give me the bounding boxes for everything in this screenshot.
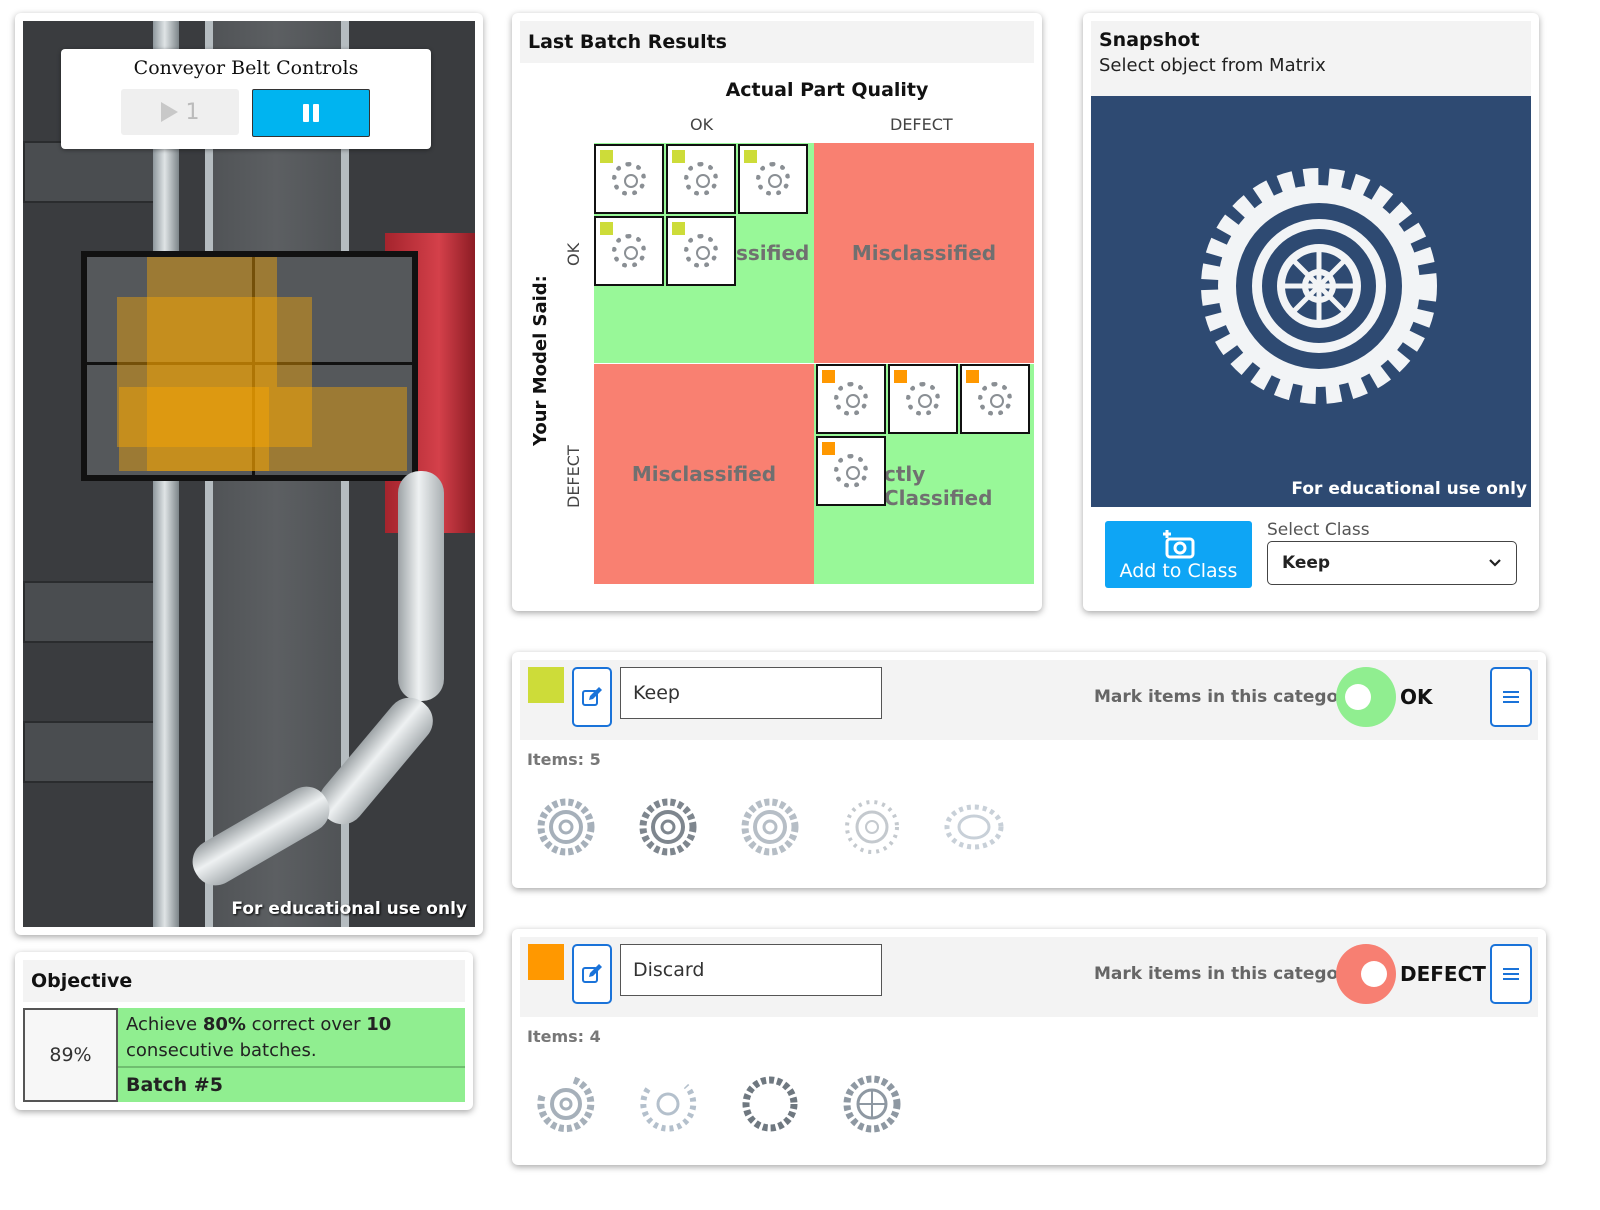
play-step-button[interactable]: 1 — [121, 89, 239, 135]
quality-toggle-label: OK — [1400, 685, 1433, 709]
items-count: Items: 5 — [527, 750, 601, 769]
row-header-defect: DEFECT — [564, 445, 583, 508]
column-header-defect: DEFECT — [890, 115, 953, 134]
menu-icon — [1503, 691, 1519, 693]
pause-icon — [303, 104, 309, 122]
objective-score: 89% — [23, 1008, 118, 1102]
mark-items-label: Mark items in this category: — [1094, 687, 1365, 707]
simulation-panel: For educational use only Conveyor Belt C… — [15, 13, 483, 935]
conveyor-controls: Conveyor Belt Controls 1 — [61, 49, 431, 149]
objective-description: Achieve 80% correct over 10 consecutive … — [126, 1014, 392, 1061]
edit-category-button[interactable] — [572, 667, 612, 727]
floor-tile — [23, 721, 173, 783]
category-color-swatch — [528, 944, 564, 980]
controls-title: Conveyor Belt Controls — [133, 57, 359, 79]
category-color-swatch — [528, 667, 564, 703]
pause-button[interactable] — [252, 89, 370, 137]
category-menu-button[interactable] — [1490, 667, 1532, 727]
quality-toggle[interactable] — [1336, 667, 1396, 727]
matrix-thumbnail[interactable] — [816, 436, 886, 506]
gear-icon — [834, 454, 868, 488]
gear-icon — [834, 382, 868, 416]
matrix-thumbnail[interactable] — [960, 364, 1030, 434]
objective-body: 89% Achieve 80% correct over 10 consecut… — [23, 1008, 465, 1102]
floor-tile — [23, 141, 173, 203]
category-items — [534, 1069, 904, 1139]
category-name-input[interactable]: Keep — [620, 667, 882, 719]
matrix-thumbnail[interactable] — [666, 144, 736, 214]
play-icon — [160, 102, 178, 122]
matrix-thumbnail[interactable] — [816, 364, 886, 434]
gear-icon[interactable] — [738, 795, 802, 859]
category-name-input[interactable]: Discard — [620, 944, 882, 996]
menu-icon — [1503, 968, 1519, 970]
camera-frame — [81, 251, 418, 481]
objective-panel: Objective 89% Achieve 80% correct over 1… — [15, 952, 473, 1110]
quality-toggle[interactable] — [1336, 944, 1396, 1004]
gear-icon — [684, 234, 718, 268]
watermark: For educational use only — [1291, 479, 1527, 499]
edit-category-button[interactable] — [572, 944, 612, 1004]
select-class-dropdown[interactable]: Keep — [1267, 541, 1517, 585]
snapshot-image: For educational use only — [1091, 96, 1531, 507]
gear-icon[interactable] — [534, 795, 598, 859]
gear-icon — [756, 162, 790, 196]
broken-gear-icon[interactable] — [636, 1072, 700, 1136]
add-to-class-button[interactable]: Add to Class — [1105, 521, 1252, 588]
floor-tile — [23, 581, 173, 643]
simulation-viewport: For educational use only Conveyor Belt C… — [23, 21, 475, 927]
category-items — [534, 792, 1006, 862]
robot-arm-upper — [398, 471, 444, 701]
category-card-discard: Discard Mark items in this category: DEF… — [512, 929, 1546, 1165]
snapshot-title: Snapshot — [1099, 29, 1200, 51]
hollow-gear-icon[interactable] — [738, 1072, 802, 1136]
gear-icon — [612, 234, 646, 268]
matrix-thumbnail[interactable] — [594, 144, 664, 214]
matrix-thumbnail[interactable] — [666, 216, 736, 286]
objective-title: Objective — [23, 960, 465, 1002]
gear-icon[interactable] — [942, 795, 1006, 859]
snapshot-panel: Snapshot Select object from Matrix For e… — [1083, 13, 1539, 611]
quality-toggle-label: DEFECT — [1400, 962, 1486, 986]
select-class-label: Select Class — [1267, 520, 1370, 540]
broken-gear-icon[interactable] — [534, 1072, 598, 1136]
items-count: Items: 4 — [527, 1027, 601, 1046]
edit-icon — [582, 687, 602, 706]
matrix-title: Actual Part Quality — [725, 79, 929, 101]
toggle-knob — [1345, 684, 1371, 710]
watermark: For educational use only — [231, 899, 467, 919]
gear-icon[interactable] — [840, 1072, 904, 1136]
gear-icon — [906, 382, 940, 416]
gear-icon — [1201, 168, 1437, 404]
row-axis-title: Your Model Said: — [530, 275, 551, 446]
camera-plus-icon — [1162, 530, 1194, 559]
matrix-cell-ok-defect: Misclassified — [814, 143, 1034, 363]
chevron-down-icon — [1489, 559, 1501, 567]
gear-icon[interactable] — [840, 795, 904, 859]
matrix-thumbnail[interactable] — [594, 216, 664, 286]
gear-icon — [684, 162, 718, 196]
gear-icon[interactable] — [636, 795, 700, 859]
column-header-ok: OK — [690, 115, 714, 134]
play-step-count: 1 — [185, 99, 200, 125]
gear-icon — [612, 162, 646, 196]
edit-icon — [582, 964, 602, 983]
toggle-knob — [1361, 961, 1387, 987]
matrix-cell-defect-ok: Misclassified — [594, 364, 814, 584]
snapshot-subtitle: Select object from Matrix — [1099, 55, 1326, 76]
gear-icon — [978, 382, 1012, 416]
results-title: Last Batch Results — [520, 21, 1034, 63]
row-header-ok: OK — [564, 242, 583, 266]
matrix-thumbnail[interactable] — [738, 144, 808, 214]
matrix-thumbnail[interactable] — [888, 364, 958, 434]
category-menu-button[interactable] — [1490, 944, 1532, 1004]
batch-number: Batch #5 — [118, 1066, 465, 1102]
category-card-keep: Keep Mark items in this category: OK Ite… — [512, 652, 1546, 888]
mark-items-label: Mark items in this category: — [1094, 964, 1365, 984]
